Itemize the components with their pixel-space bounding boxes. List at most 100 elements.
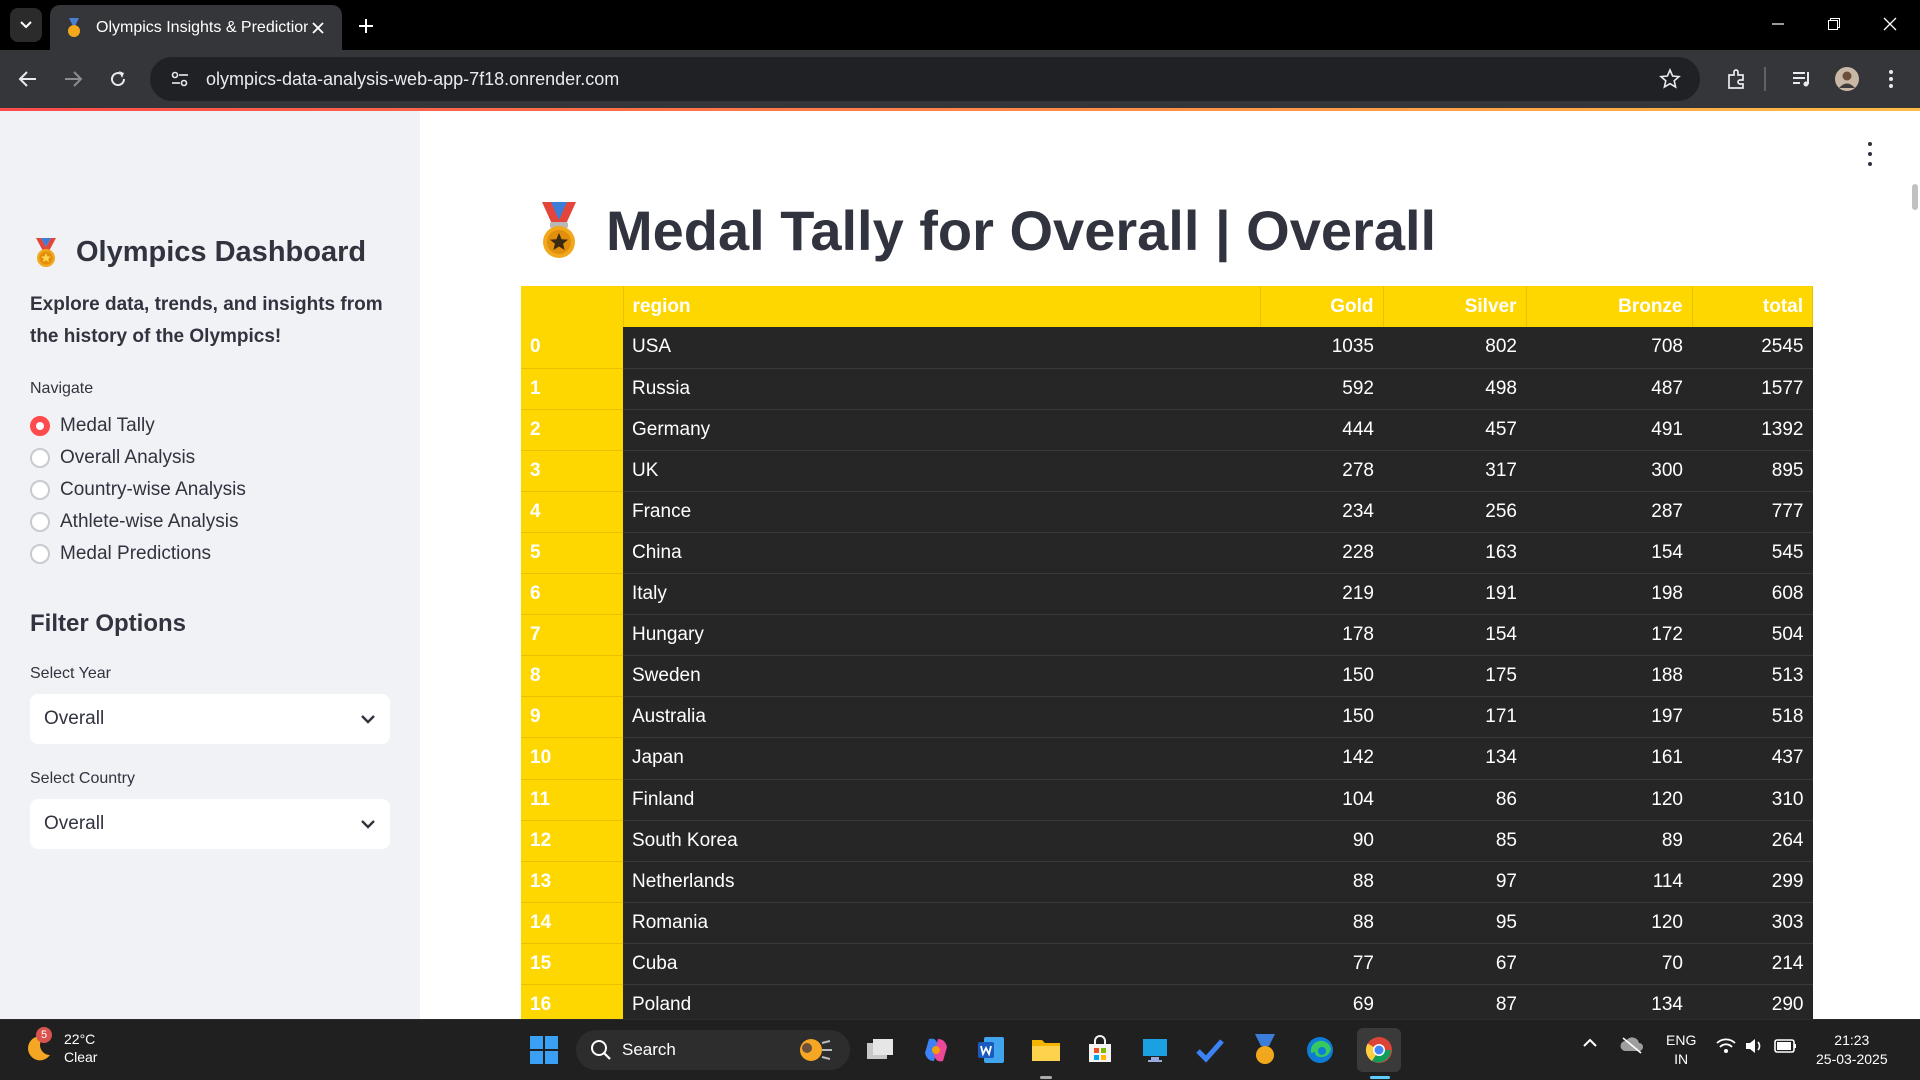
cell-index[interactable]: 13 <box>521 861 623 903</box>
cell-bronze[interactable]: 120 <box>1526 779 1692 821</box>
cell-bronze[interactable]: 487 <box>1526 368 1692 410</box>
cell-silver[interactable]: 154 <box>1383 614 1526 657</box>
cell-gold[interactable]: 77 <box>1260 943 1383 986</box>
cell-silver[interactable]: 256 <box>1383 491 1526 533</box>
word-app-icon[interactable] <box>973 1032 1009 1068</box>
cell-total[interactable]: 545 <box>1692 532 1813 575</box>
cell-total[interactable]: 518 <box>1692 696 1813 739</box>
extensions-button[interactable] <box>1722 64 1752 94</box>
cell-silver[interactable]: 802 <box>1383 327 1526 369</box>
remote-desktop-icon[interactable] <box>1137 1032 1173 1068</box>
cell-index[interactable]: 10 <box>521 737 623 780</box>
cell-region[interactable]: Italy <box>623 573 1260 616</box>
nav-radio-medal-predictions[interactable]: Medal Predictions <box>30 538 246 570</box>
cell-region[interactable]: France <box>623 491 1260 533</box>
url-text[interactable]: olympics-data-analysis-web-app-7f18.onre… <box>206 69 1658 90</box>
close-tab-icon[interactable] <box>308 18 328 38</box>
reload-button[interactable] <box>103 64 133 94</box>
nav-radio-medal-tally[interactable]: Medal Tally <box>30 410 246 442</box>
cell-total[interactable]: 504 <box>1692 614 1813 657</box>
country-select[interactable]: Overall <box>30 799 390 849</box>
cell-silver[interactable]: 97 <box>1383 861 1526 903</box>
cell-region[interactable]: Hungary <box>623 614 1260 657</box>
cell-bronze[interactable]: 89 <box>1526 820 1692 862</box>
microsoft-store-icon[interactable] <box>1082 1032 1118 1068</box>
cell-silver[interactable]: 163 <box>1383 532 1526 575</box>
file-explorer-icon[interactable] <box>1028 1032 1064 1068</box>
cell-bronze[interactable]: 287 <box>1526 491 1692 533</box>
cell-gold[interactable]: 90 <box>1260 820 1383 862</box>
app-menu-button[interactable] <box>1864 142 1876 166</box>
cell-index[interactable]: 5 <box>521 532 623 575</box>
cell-region[interactable]: Netherlands <box>623 861 1260 903</box>
cell-bronze[interactable]: 300 <box>1526 450 1692 492</box>
restore-window-button[interactable] <box>1814 8 1854 40</box>
chrome-browser-icon[interactable] <box>1357 1028 1401 1072</box>
todo-app-icon[interactable] <box>1192 1032 1228 1068</box>
weather-widget[interactable]: 5 22°C Clear <box>24 1027 97 1066</box>
cell-silver[interactable]: 175 <box>1383 655 1526 698</box>
cell-total[interactable]: 303 <box>1692 902 1813 944</box>
cell-region[interactable]: Sweden <box>623 655 1260 698</box>
cell-gold[interactable]: 178 <box>1260 614 1383 657</box>
column-header-region[interactable]: region <box>623 286 1261 327</box>
cell-bronze[interactable]: 114 <box>1526 861 1692 903</box>
cell-silver[interactable]: 134 <box>1383 737 1526 780</box>
medal-app-icon[interactable] <box>1247 1032 1283 1068</box>
cell-bronze[interactable]: 161 <box>1526 737 1692 780</box>
cell-bronze[interactable]: 154 <box>1526 532 1692 575</box>
cell-silver[interactable]: 85 <box>1383 820 1526 862</box>
forward-button[interactable] <box>58 64 88 94</box>
cell-index[interactable]: 11 <box>521 779 623 821</box>
cell-silver[interactable]: 498 <box>1383 368 1526 410</box>
cell-region[interactable]: China <box>623 532 1260 575</box>
cell-region[interactable]: Romania <box>623 902 1260 944</box>
cell-region[interactable]: Germany <box>623 409 1260 451</box>
cell-region[interactable]: Japan <box>623 737 1260 780</box>
cell-gold[interactable]: 1035 <box>1260 327 1383 369</box>
language-indicator[interactable]: ENG IN <box>1666 1031 1696 1069</box>
cell-total[interactable]: 1577 <box>1692 368 1813 410</box>
taskbar-search[interactable]: Search <box>576 1030 850 1070</box>
cell-gold[interactable]: 150 <box>1260 655 1383 698</box>
column-header-index[interactable] <box>521 286 624 327</box>
cell-region[interactable]: Cuba <box>623 943 1260 986</box>
minimize-window-button[interactable] <box>1758 8 1798 40</box>
system-clock[interactable]: 21:23 25-03-2025 <box>1816 1031 1888 1069</box>
cell-silver[interactable]: 67 <box>1383 943 1526 986</box>
profile-avatar[interactable] <box>1832 64 1862 94</box>
cell-region[interactable]: Russia <box>623 368 1260 410</box>
cell-gold[interactable]: 88 <box>1260 861 1383 903</box>
start-button[interactable] <box>526 1032 562 1068</box>
cell-region[interactable]: South Korea <box>623 820 1260 862</box>
cell-total[interactable]: 299 <box>1692 861 1813 903</box>
cell-index[interactable]: 6 <box>521 573 623 616</box>
wifi-icon[interactable] <box>1716 1038 1736 1054</box>
new-tab-button[interactable] <box>352 12 380 40</box>
cell-bronze[interactable]: 708 <box>1526 327 1692 369</box>
cell-total[interactable]: 895 <box>1692 450 1813 492</box>
nav-radio-athlete-wise-analysis[interactable]: Athlete-wise Analysis <box>30 506 246 538</box>
cell-gold[interactable]: 104 <box>1260 779 1383 821</box>
cell-total[interactable]: 777 <box>1692 491 1813 533</box>
task-view-icon[interactable] <box>862 1032 898 1068</box>
cell-bronze[interactable]: 188 <box>1526 655 1692 698</box>
column-header-gold[interactable]: Gold <box>1260 286 1384 327</box>
cell-total[interactable]: 608 <box>1692 573 1813 616</box>
media-controls-button[interactable] <box>1787 64 1817 94</box>
cell-region[interactable]: Australia <box>623 696 1260 739</box>
cell-region[interactable]: USA <box>623 327 1260 369</box>
cell-total[interactable]: 513 <box>1692 655 1813 698</box>
cell-index[interactable]: 1 <box>521 368 623 410</box>
tab-search-button[interactable] <box>10 8 42 42</box>
battery-icon[interactable] <box>1774 1038 1798 1054</box>
cell-bronze[interactable]: 197 <box>1526 696 1692 739</box>
cell-index[interactable]: 12 <box>521 820 623 862</box>
cell-index[interactable]: 14 <box>521 902 623 944</box>
cell-silver[interactable]: 317 <box>1383 450 1526 492</box>
cell-gold[interactable]: 234 <box>1260 491 1383 533</box>
volume-icon[interactable] <box>1744 1038 1764 1054</box>
cell-index[interactable]: 7 <box>521 614 623 657</box>
column-header-bronze[interactable]: Bronze <box>1526 286 1693 327</box>
cell-region[interactable]: UK <box>623 450 1260 492</box>
